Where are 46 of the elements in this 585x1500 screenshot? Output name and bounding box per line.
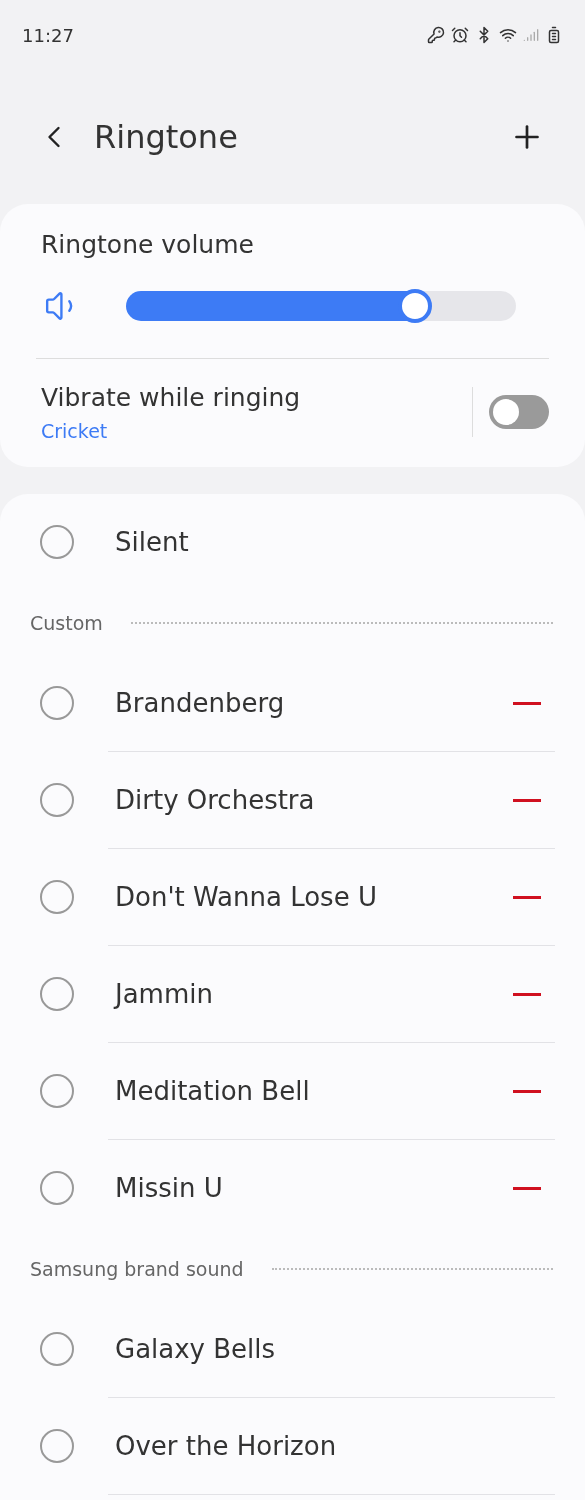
ringtone-row[interactable]: Missin U bbox=[0, 1140, 585, 1236]
remove-icon[interactable] bbox=[513, 1186, 541, 1190]
ringtone-name: Don't Wanna Lose U bbox=[115, 880, 378, 914]
key-icon bbox=[427, 26, 445, 44]
remove-icon[interactable] bbox=[513, 701, 541, 705]
vibrate-toggle[interactable] bbox=[489, 395, 549, 429]
ringtone-name: Missin U bbox=[115, 1171, 224, 1205]
ringtone-name: Meditation Bell bbox=[115, 1074, 311, 1108]
radio-button[interactable] bbox=[40, 686, 74, 720]
remove-icon[interactable] bbox=[513, 992, 541, 996]
volume-label: Ringtone volume bbox=[40, 229, 255, 261]
radio-button[interactable] bbox=[40, 1074, 74, 1108]
section-header: Samsung brand sound bbox=[30, 1256, 244, 1282]
ringtone-row[interactable]: Dirty Orchestra bbox=[0, 752, 585, 848]
vibrate-label: Vibrate while ringing bbox=[41, 382, 302, 414]
ringtone-name: Jammin bbox=[115, 977, 214, 1011]
radio-button[interactable] bbox=[40, 1171, 74, 1205]
ringtone-row[interactable]: Jammin bbox=[0, 946, 585, 1042]
ringtone-row[interactable]: Silent bbox=[0, 494, 585, 590]
radio-button[interactable] bbox=[40, 977, 74, 1011]
ringtone-name: Brandenberg bbox=[115, 686, 286, 720]
vibration-pattern[interactable]: Cricket bbox=[41, 416, 472, 445]
ringtone-name: Over the Horizon bbox=[115, 1429, 338, 1463]
page-title: Ringtone bbox=[94, 117, 239, 158]
radio-button[interactable] bbox=[40, 880, 74, 914]
radio-button[interactable] bbox=[40, 1429, 74, 1463]
ringtone-row[interactable]: Over the Horizon bbox=[0, 1398, 585, 1494]
ringtone-name: Galaxy Bells bbox=[115, 1332, 277, 1366]
status-time: 11:27 bbox=[22, 23, 74, 48]
volume-slider[interactable] bbox=[126, 291, 516, 321]
remove-icon[interactable] bbox=[513, 798, 541, 802]
section-header: Custom bbox=[30, 610, 103, 636]
ringtone-row[interactable]: Galaxy Bells bbox=[0, 1301, 585, 1397]
ringtone-row[interactable]: Don't Wanna Lose U bbox=[0, 849, 585, 945]
signal-icon bbox=[523, 27, 539, 43]
wifi-icon bbox=[499, 26, 517, 44]
ringtone-name: Dirty Orchestra bbox=[115, 783, 316, 817]
remove-icon[interactable] bbox=[513, 1089, 541, 1093]
radio-button[interactable] bbox=[40, 783, 74, 817]
ringtone-row[interactable]: Brandenberg bbox=[0, 655, 585, 751]
radio-button[interactable] bbox=[40, 525, 74, 559]
ringtone-row[interactable]: Meditation Bell bbox=[0, 1043, 585, 1139]
ringtone-name: Silent bbox=[115, 525, 190, 559]
radio-button[interactable] bbox=[40, 1332, 74, 1366]
alarm-icon bbox=[451, 26, 469, 44]
remove-icon[interactable] bbox=[513, 895, 541, 899]
